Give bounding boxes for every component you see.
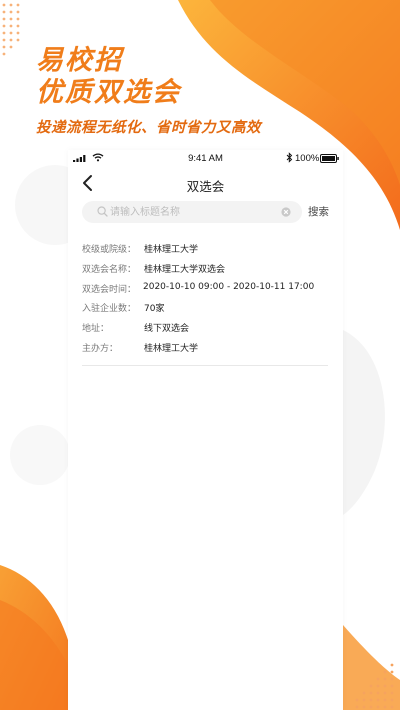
- bluetooth-icon: [286, 152, 293, 163]
- detail-label: 入驻企业数：: [82, 304, 137, 315]
- detail-row-time: 双选会时间： 2020-10-10 09:00 - 2020-10-11 17:…: [82, 282, 328, 302]
- detail-value: 2020-10-10 09:00 - 2020-10-11 17:00: [143, 281, 315, 292]
- battery-icon: [320, 154, 339, 163]
- search-icon: [97, 206, 108, 217]
- detail-label: 主办方：: [82, 343, 119, 354]
- detail-row-level: 校级或院级： 桂林理工大学: [82, 242, 328, 262]
- clear-icon[interactable]: [281, 207, 291, 217]
- detail-value: 桂林理工大学: [144, 343, 199, 354]
- detail-label: 校级或院级：: [82, 245, 137, 255]
- detail-value: 线下双选会: [144, 324, 190, 335]
- search-box[interactable]: [82, 201, 302, 223]
- detail-row-address: 地址： 线下双选会: [82, 321, 328, 341]
- detail-row-organizer: 主办方： 桂林理工大学: [82, 341, 328, 361]
- detail-label: 双选会名称：: [82, 264, 137, 275]
- watermark: 必用手机精选 • BYJSJXY.COM: [74, 680, 296, 698]
- promo-title-line2: 优质双选会: [36, 77, 181, 108]
- detail-label: 双选会时间：: [82, 284, 137, 295]
- job-fair-details: 校级或院级： 桂林理工大学 双选会名称： 桂林理工大学双选会 双选会时间： 20…: [82, 242, 328, 361]
- detail-row-name: 双选会名称： 桂林理工大学双选会: [82, 262, 328, 282]
- page-title: 双选会: [186, 179, 225, 194]
- detail-value: 桂林理工大学双选会: [144, 264, 226, 275]
- detail-value: 桂林理工大学: [144, 245, 199, 255]
- detail-label: 地址：: [82, 324, 110, 335]
- search-row: 搜索: [68, 201, 343, 223]
- promo-subtitle: 投递流程无纸化、省时省力又高效: [36, 120, 261, 136]
- detail-row-companies: 入驻企业数： 70家: [82, 301, 328, 321]
- search-button[interactable]: 搜索: [308, 204, 329, 219]
- divider: [82, 365, 328, 366]
- phone-screen: 9:41 AM 100% 双选会 搜索: [68, 150, 343, 710]
- dot-pattern-top-left: [2, 3, 20, 56]
- battery-percentage: 100%: [295, 153, 320, 164]
- dot-pattern-bottom-right: [355, 663, 394, 709]
- detail-value: 70家: [144, 304, 165, 315]
- status-bar: 9:41 AM 100%: [68, 150, 343, 167]
- search-input[interactable]: [110, 203, 280, 221]
- nav-bar: 双选会: [68, 167, 343, 199]
